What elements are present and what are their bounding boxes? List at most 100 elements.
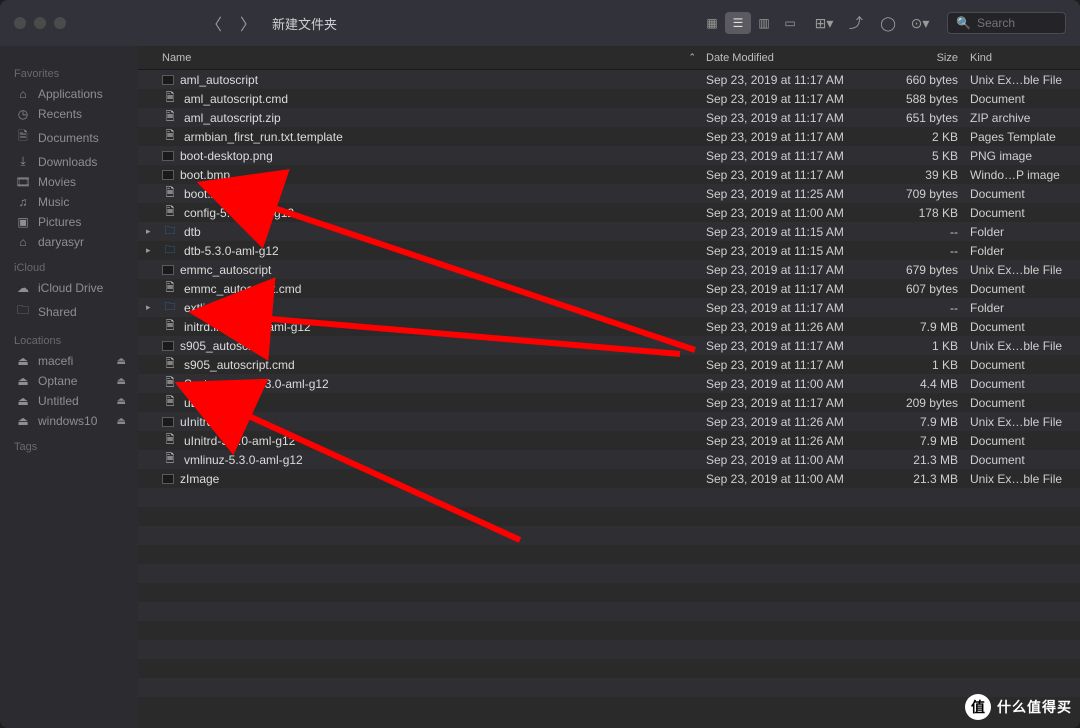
file-name: vmlinuz-5.3.0-aml-g12 (184, 453, 706, 467)
file-kind: Folder (970, 225, 1080, 239)
file-row[interactable]: 🗎config-5.3.0-aml-g12Sep 23, 2019 at 11:… (138, 203, 1080, 222)
sidebar-label: Recents (38, 107, 82, 121)
disclosure-icon[interactable]: ▸ (146, 245, 151, 256)
file-row[interactable]: boot-desktop.pngSep 23, 2019 at 11:17 AM… (138, 146, 1080, 165)
file-row[interactable]: boot.bmpSep 23, 2019 at 11:17 AM39 KBWin… (138, 165, 1080, 184)
file-size: -- (884, 225, 970, 239)
eject-icon[interactable]: ⏏ (117, 376, 126, 387)
file-name: dtb (184, 225, 706, 239)
sidebar-label: Applications (38, 87, 103, 101)
eject-icon[interactable]: ⏏ (117, 416, 126, 427)
empty-row (138, 697, 1080, 716)
sidebar-item-downloads[interactable]: ⤓Downloads (12, 151, 138, 172)
col-kind[interactable]: Kind (970, 52, 1080, 64)
file-row[interactable]: s905_autoscriptSep 23, 2019 at 11:17 AM1… (138, 336, 1080, 355)
file-kind: PNG image (970, 149, 1080, 163)
file-size: -- (884, 301, 970, 315)
file-row[interactable]: ▸🗀extlinuxSep 23, 2019 at 11:17 AM--Fold… (138, 298, 1080, 317)
exec-icon (162, 417, 174, 427)
view-list[interactable]: ☰ (725, 12, 751, 34)
file-row[interactable]: 🗎System.map-5.3.0-aml-g12Sep 23, 2019 at… (138, 374, 1080, 393)
empty-row (138, 621, 1080, 640)
sidebar-item-icloud-drive[interactable]: ☁iCloud Drive (12, 278, 138, 298)
file-kind: Unix Ex…ble File (970, 415, 1080, 429)
search-box[interactable]: 🔍 (947, 12, 1066, 34)
file-row[interactable]: 🗎s905_autoscript.cmdSep 23, 2019 at 11:1… (138, 355, 1080, 374)
close-dot[interactable] (14, 17, 26, 29)
eject-icon[interactable]: ⏏ (117, 356, 126, 367)
sidebar-item-windows10[interactable]: ⏏windows10⏏ (12, 411, 138, 431)
sidebar-item-documents[interactable]: 🗎Documents (12, 124, 138, 151)
file-date: Sep 23, 2019 at 11:00 AM (706, 453, 884, 467)
sidebar-item-music[interactable]: ♫Music (12, 192, 138, 212)
file-kind: Document (970, 92, 1080, 106)
file-date: Sep 23, 2019 at 11:17 AM (706, 130, 884, 144)
sidebar-icon: ⌂ (16, 87, 30, 101)
folder-icon: 🗀 (162, 222, 178, 241)
file-row[interactable]: 🗎boot.iniSep 23, 2019 at 11:25 AM709 byt… (138, 184, 1080, 203)
view-gallery[interactable]: ▭ (777, 12, 803, 34)
sidebar-item-movies[interactable]: 🎞Movies (12, 172, 138, 192)
sidebar-item-macefi[interactable]: ⏏macefi⏏ (12, 351, 138, 371)
titlebar: 〈 〉 新建文件夹 ▦ ☰ ▥ ▭ ⊞▾ ⤴ ◯ ⊙▾ 🔍 (0, 0, 1080, 46)
sidebar-item-untitled[interactable]: ⏏ Untitled ⏏ (12, 391, 138, 411)
forward-button[interactable]: 〉 (240, 11, 256, 35)
file-date: Sep 23, 2019 at 11:00 AM (706, 206, 884, 220)
search-input[interactable] (977, 16, 1057, 30)
file-date: Sep 23, 2019 at 11:26 AM (706, 434, 884, 448)
sidebar-item-daryasyr[interactable]: ⌂daryasyr (12, 232, 138, 252)
file-row[interactable]: 🗎vmlinuz-5.3.0-aml-g12Sep 23, 2019 at 11… (138, 450, 1080, 469)
file-row[interactable]: 🗎aml_autoscript.cmdSep 23, 2019 at 11:17… (138, 89, 1080, 108)
tags-button[interactable]: ◯ (877, 12, 899, 34)
sidebar-label: Untitled (38, 394, 79, 408)
file-row[interactable]: zImageSep 23, 2019 at 11:00 AM21.3 MBUni… (138, 469, 1080, 488)
file-size: 4.4 MB (884, 377, 970, 391)
watermark: 值 什么值得买 (965, 694, 1072, 720)
file-size: 5 KB (884, 149, 970, 163)
empty-row (138, 526, 1080, 545)
file-date: Sep 23, 2019 at 11:17 AM (706, 301, 884, 315)
sidebar-item-pictures[interactable]: ▣Pictures (12, 212, 138, 232)
file-row[interactable]: uInitrdSep 23, 2019 at 11:26 AM7.9 MBUni… (138, 412, 1080, 431)
sidebar-label: windows10 (38, 414, 97, 428)
file-rows: aml_autoscriptSep 23, 2019 at 11:17 AM66… (138, 70, 1080, 728)
col-name[interactable]: Name⌃ (162, 52, 706, 64)
fullscreen-dot[interactable] (54, 17, 66, 29)
file-row[interactable]: aml_autoscriptSep 23, 2019 at 11:17 AM66… (138, 70, 1080, 89)
file-row[interactable]: 🗎uInitrd-5.3.0-aml-g12Sep 23, 2019 at 11… (138, 431, 1080, 450)
sidebar-icon: ⏏ (16, 394, 30, 408)
file-kind: Unix Ex…ble File (970, 263, 1080, 277)
sidebar-item-optane[interactable]: ⏏Optane⏏ (12, 371, 138, 391)
file-date: Sep 23, 2019 at 11:26 AM (706, 415, 884, 429)
file-row[interactable]: 🗎initrd.img-5.3.0-aml-g12Sep 23, 2019 at… (138, 317, 1080, 336)
view-columns[interactable]: ▥ (751, 12, 777, 34)
arrange-button[interactable]: ⊞▾ (813, 12, 835, 34)
back-button[interactable]: 〈 (206, 11, 222, 35)
exec-icon (162, 170, 174, 180)
file-kind: Folder (970, 301, 1080, 315)
document-icon: 🗎 (162, 108, 178, 127)
disclosure-icon[interactable]: ▸ (146, 226, 151, 237)
file-row[interactable]: 🗎aml_autoscript.zipSep 23, 2019 at 11:17… (138, 108, 1080, 127)
minimize-dot[interactable] (34, 17, 46, 29)
sidebar-item-recents[interactable]: ◷Recents (12, 104, 138, 124)
col-date[interactable]: Date Modified (706, 52, 884, 64)
sidebar-item-shared[interactable]: 🗀Shared (12, 298, 138, 325)
eject-icon[interactable]: ⏏ (117, 396, 126, 407)
sidebar-item-applications[interactable]: ⌂ Applications (12, 84, 138, 104)
actions-button[interactable]: ⊙▾ (909, 12, 931, 34)
file-kind: Document (970, 187, 1080, 201)
view-icons[interactable]: ▦ (699, 12, 725, 34)
file-date: Sep 23, 2019 at 11:15 AM (706, 244, 884, 258)
file-row[interactable]: 🗎armbian_first_run.txt.templateSep 23, 2… (138, 127, 1080, 146)
file-row[interactable]: ▸🗀dtbSep 23, 2019 at 11:15 AM--Folder (138, 222, 1080, 241)
disclosure-icon[interactable]: ▸ (146, 302, 151, 313)
file-row[interactable]: emmc_autoscriptSep 23, 2019 at 11:17 AM6… (138, 260, 1080, 279)
file-row[interactable]: ▸🗀dtb-5.3.0-aml-g12Sep 23, 2019 at 11:15… (138, 241, 1080, 260)
file-row[interactable]: 🗎emmc_autoscript.cmdSep 23, 2019 at 11:1… (138, 279, 1080, 298)
file-size: 209 bytes (884, 396, 970, 410)
file-name: boot-desktop.png (180, 149, 706, 163)
share-button[interactable]: ⤴ (845, 12, 867, 34)
file-row[interactable]: 🗎uEnv.iniSep 23, 2019 at 11:17 AM209 byt… (138, 393, 1080, 412)
col-size[interactable]: Size (884, 52, 970, 64)
